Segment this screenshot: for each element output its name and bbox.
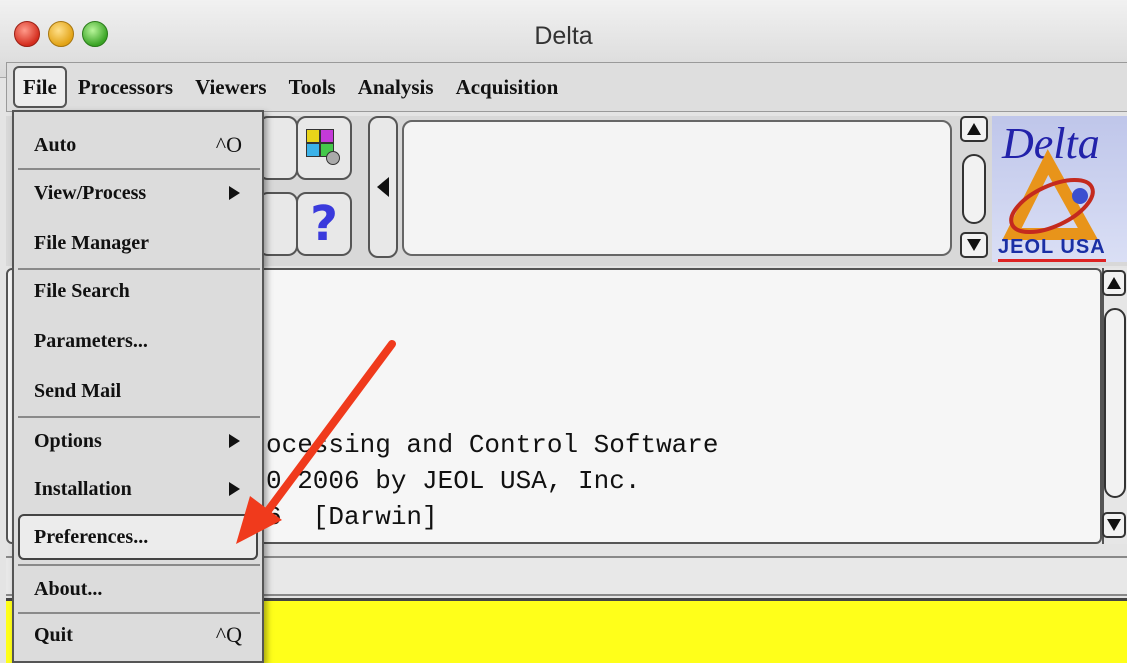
up-arrow-icon: [1107, 277, 1121, 289]
help-button[interactable]: ?: [296, 192, 352, 256]
up-arrow-icon: [967, 123, 981, 135]
message-scrollbar[interactable]: [956, 116, 992, 258]
menu-item-label: Auto: [34, 133, 77, 156]
menu-item-label: Installation: [34, 477, 132, 500]
menu-item-label: About...: [34, 577, 103, 600]
toolbar-button-left-top[interactable]: [258, 116, 298, 180]
file-menu-dropdown: Auto ^O View/Process File Manager File S…: [12, 110, 264, 663]
collapse-toolbar-button[interactable]: [368, 116, 398, 258]
menu-item-options[interactable]: Options: [20, 418, 258, 464]
submenu-arrow-icon: [229, 434, 240, 448]
app-window: Delta ? Delta JEOL USA File Processors V…: [0, 0, 1127, 663]
menu-item-file-search[interactable]: File Search: [20, 268, 258, 314]
menu-item-label: Preferences...: [34, 525, 149, 548]
jeol-usa-logo-text: JEOL USA: [998, 236, 1106, 262]
console-line: 0-2006 by JEOL USA, Inc.: [266, 466, 641, 496]
menu-item-label: File Search: [34, 279, 130, 302]
collapse-arrow-icon: [377, 177, 389, 197]
console-line: ocessing and Control Software: [266, 430, 719, 460]
menu-item-view-process[interactable]: View/Process: [20, 170, 258, 216]
menu-item-file-manager[interactable]: File Manager: [20, 220, 258, 266]
menu-item-label: File Manager: [34, 231, 149, 254]
menu-item-parameters[interactable]: Parameters...: [20, 318, 258, 364]
menu-tools[interactable]: Tools: [278, 67, 347, 107]
menu-analysis[interactable]: Analysis: [347, 67, 445, 107]
menu-processors[interactable]: Processors: [67, 67, 184, 107]
down-arrow-icon: [1107, 519, 1121, 531]
menu-item-label: Options: [34, 429, 102, 452]
console-scroll-thumb[interactable]: [1104, 308, 1126, 498]
console-scroll-up-button[interactable]: [1102, 270, 1126, 296]
window-title: Delta: [534, 22, 593, 50]
menu-item-shortcut: ^O: [215, 132, 242, 157]
menu-item-send-mail[interactable]: Send Mail: [20, 368, 258, 414]
menu-item-auto[interactable]: Auto ^O: [20, 122, 258, 168]
menu-item-preferences[interactable]: Preferences...: [18, 514, 258, 560]
help-icon: ?: [310, 196, 338, 252]
menu-bar: File Processors Viewers Tools Analysis A…: [6, 62, 1127, 112]
menu-file[interactable]: File: [13, 66, 67, 108]
menu-item-quit[interactable]: Quit ^Q: [20, 612, 258, 658]
console-line: 6 [Darwin]: [266, 502, 438, 532]
toolbar-button-left-bottom[interactable]: [258, 192, 298, 256]
menu-item-installation[interactable]: Installation: [20, 466, 258, 512]
menu-viewers[interactable]: Viewers: [184, 67, 278, 107]
message-box: [402, 120, 952, 256]
scroll-down-button[interactable]: [960, 232, 988, 258]
console-scrollbar[interactable]: [1102, 268, 1127, 544]
palette-icon: [306, 129, 342, 167]
menu-acquisition[interactable]: Acquisition: [445, 67, 570, 107]
submenu-arrow-icon: [229, 482, 240, 496]
menu-item-shortcut: ^Q: [215, 622, 242, 647]
scroll-up-button[interactable]: [960, 116, 988, 142]
submenu-arrow-icon: [229, 186, 240, 200]
menu-item-label: Send Mail: [34, 379, 122, 402]
down-arrow-icon: [967, 239, 981, 251]
menu-item-label: View/Process: [34, 181, 147, 204]
menu-item-label: Quit: [34, 623, 73, 646]
delta-logo: Delta JEOL USA: [992, 116, 1127, 262]
menu-item-about[interactable]: About...: [20, 566, 258, 612]
menu-item-label: Parameters...: [34, 329, 148, 352]
scroll-thumb[interactable]: [962, 154, 986, 224]
palette-button[interactable]: [296, 116, 352, 180]
console-scroll-down-button[interactable]: [1102, 512, 1126, 538]
